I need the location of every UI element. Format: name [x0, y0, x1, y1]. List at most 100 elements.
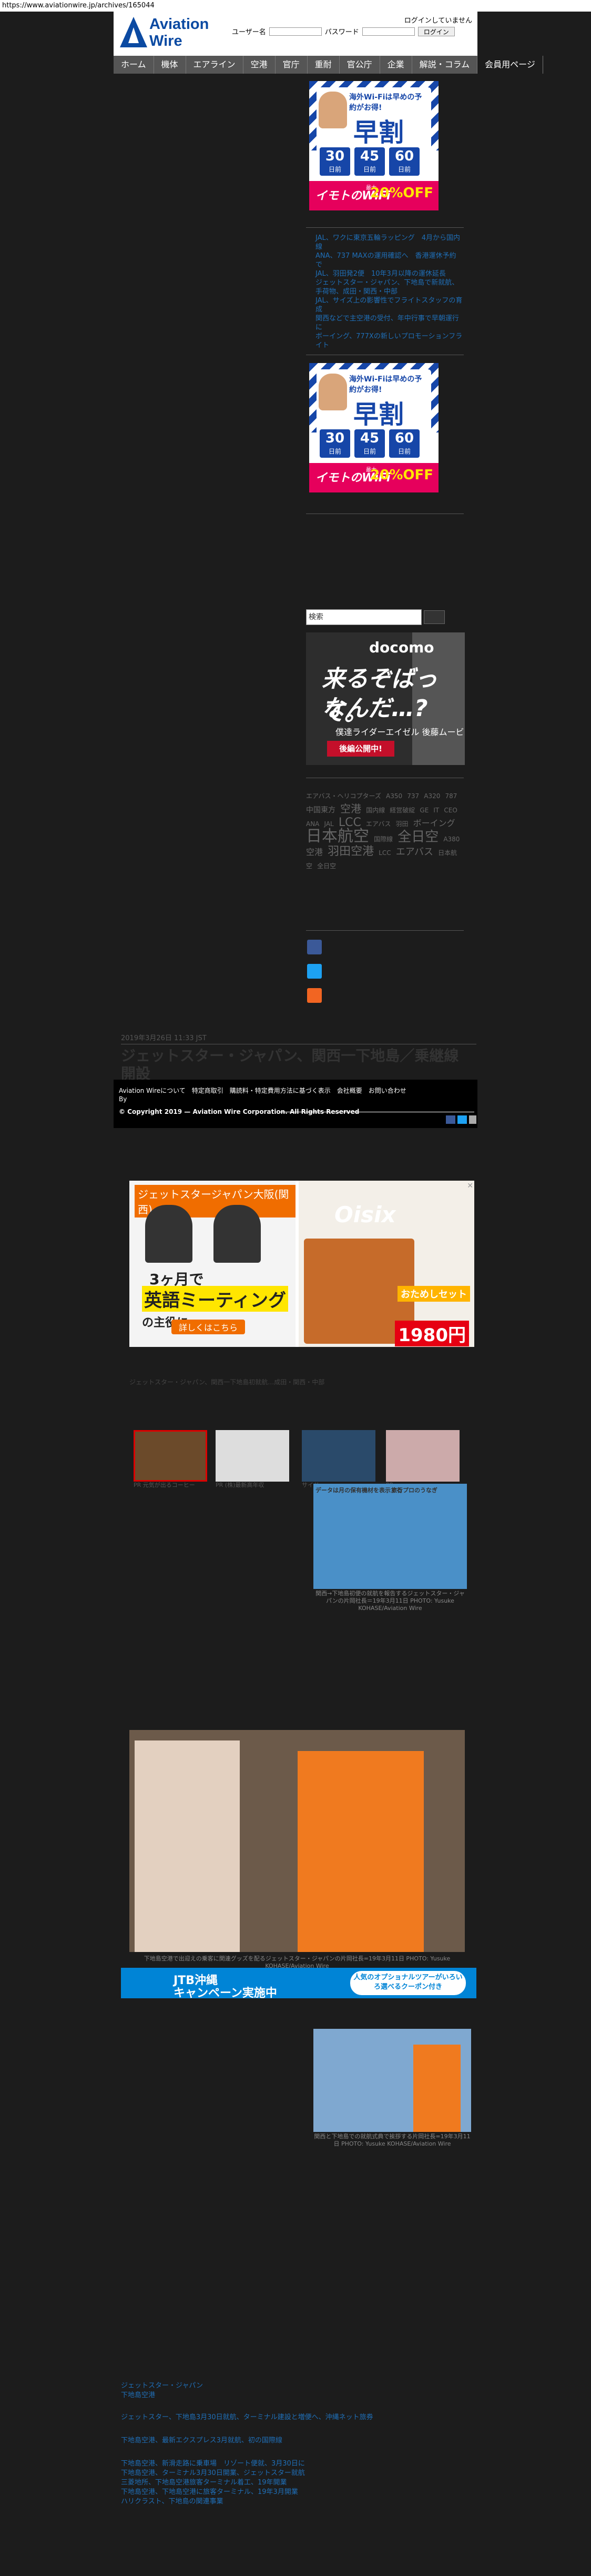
- tag-link[interactable]: 空港: [306, 847, 323, 857]
- rec-card[interactable]: PR 元気が出るコーヒー: [134, 1430, 207, 1489]
- ad-headline: 早割: [353, 400, 404, 429]
- ad-days: 30 日前 45 日前 60 日前: [320, 429, 420, 458]
- sidebar-link[interactable]: JAL、羽田発2便 10年3月以降の運休延長: [315, 269, 463, 278]
- rec-card[interactable]: PR (株)最新高年収: [216, 1430, 289, 1489]
- rec-strip[interactable]: ジェットスター・ジャパン、関西一下地島初就航…成田・関西・中部: [129, 1377, 474, 1398]
- rec-feature-photo[interactable]: [313, 1484, 467, 1589]
- site-logo[interactable]: Aviation Wire: [149, 16, 209, 49]
- ad-person: [319, 374, 347, 410]
- ad-bar: イモトのWiFi 最大 20%OFF: [309, 463, 439, 492]
- twitter-icon[interactable]: [307, 964, 322, 979]
- sidebar-link[interactable]: ボーイング、777Xの新しいプロモーションフライト: [315, 332, 463, 350]
- nav-company[interactable]: 企業: [380, 56, 412, 74]
- address-bar[interactable]: https://www.aviationwire.jp/archives/165…: [0, 0, 591, 12]
- post-title: ジェットスター・ジャパン、関西一下地島／乗継線開設: [121, 1047, 459, 1082]
- nav-home[interactable]: ホーム: [114, 56, 154, 74]
- tag-link[interactable]: 787: [445, 792, 457, 800]
- share-facebook-icon[interactable]: [446, 1115, 455, 1124]
- tag-link[interactable]: エアバス: [396, 847, 433, 858]
- ad-docomo-logo: docomo: [369, 639, 434, 656]
- related-tag[interactable]: 下地島空港: [121, 2391, 468, 2400]
- tag-link[interactable]: GE: [420, 807, 429, 814]
- ad-day-60: 60 日前: [389, 429, 420, 458]
- rss-icon[interactable]: [307, 988, 322, 1003]
- ad-docomo-button[interactable]: 後編公開中!: [327, 741, 394, 757]
- ad-early-booking-1[interactable]: 海外Wi-Fiは早めの予約がお得! 早割 30 日前 45 日前 60 日前 イモトの…: [309, 81, 439, 210]
- tag-link[interactable]: ボーイング: [413, 818, 455, 828]
- related-link[interactable]: 下地島空港、下地島空港に旅客ターミナル、19年3月開業: [121, 2488, 468, 2497]
- sidebar-news-list: JAL、ワクに東京五輪ラッピング 4月から国内線 ANA、737 MAXの運用確…: [315, 234, 463, 350]
- rec-card[interactable]: PR: [386, 1430, 465, 1489]
- search-button[interactable]: [424, 610, 445, 624]
- nav-members[interactable]: 会員用ページ: [477, 56, 543, 74]
- tag-link[interactable]: A350: [386, 792, 402, 800]
- ad-english-detail-button[interactable]: 詳しくはこちら: [171, 1320, 246, 1334]
- share-twitter-icon[interactable]: [457, 1115, 467, 1124]
- tag-link[interactable]: IT: [433, 807, 439, 814]
- nav-defense[interactable]: 重耐: [308, 56, 340, 74]
- tag-link[interactable]: 全日空: [317, 862, 336, 870]
- facebook-icon[interactable]: [307, 940, 322, 954]
- tag-link[interactable]: 全日空: [398, 829, 439, 845]
- tag-link[interactable]: A320: [424, 792, 440, 800]
- tag-link[interactable]: 737: [407, 792, 419, 800]
- rec-card[interactable]: サイド: [302, 1430, 381, 1489]
- search-input[interactable]: 検索: [306, 609, 422, 625]
- ad-english-oisix[interactable]: ジェットスタージャパン大阪(関西) 3ヶ月で 英語ミーティング の主役に。 詳し…: [129, 1181, 474, 1347]
- ad-docomo[interactable]: docomo 来るぞばって。 なんだ…? 僕達ライダーエイゼル 後藤ムービー 後…: [306, 632, 465, 765]
- ad-oisix-logo: Oisix: [334, 1202, 396, 1227]
- main-nav: ホーム 機体 エアライン 空港 官庁 重耐 官公庁 企業 解説・コラム 会員用ペ…: [114, 56, 543, 74]
- tag-link[interactable]: LCC: [379, 849, 391, 857]
- close-icon[interactable]: ✕: [467, 1182, 473, 1190]
- password-input[interactable]: [362, 27, 415, 36]
- footer-by: By: [119, 1095, 127, 1103]
- tag-link[interactable]: 経営破綻: [390, 807, 415, 814]
- related-link[interactable]: ジェットスター、下地島3月30日就航、ターミナル建設と増便へ、沖縄ネット旅券: [121, 2413, 468, 2422]
- related-link[interactable]: 三菱地所、下地島空港旅客ターミナル着工、19年開業: [121, 2478, 468, 2488]
- username-input[interactable]: [269, 27, 322, 36]
- tag-link[interactable]: エアバス: [366, 820, 391, 828]
- tag-link[interactable]: 羽田空港: [328, 845, 374, 858]
- login-button[interactable]: ログイン: [417, 26, 455, 36]
- tag-link[interactable]: 中国東方: [306, 806, 335, 814]
- nav-airline[interactable]: エアライン: [186, 56, 243, 74]
- username-label: ユーザー名: [232, 28, 266, 36]
- sidebar-divider: [306, 227, 464, 228]
- nav-aircraft[interactable]: 機体: [154, 56, 186, 74]
- tag-link[interactable]: A380: [443, 836, 460, 843]
- ad-early-booking-2[interactable]: 海外Wi-Fiは早めの予約がお得! 早割 30 日前 45 日前 60 日前 イモトの…: [309, 363, 439, 492]
- post-date: 2019年3月26日 11:33 JST: [121, 1034, 207, 1042]
- ad-bar: イモトのWiFi 最大 20%OFF: [309, 181, 439, 210]
- sidebar-link[interactable]: JAL、ワクに東京五輪ラッピング 4月から国内線: [315, 234, 463, 251]
- tag-link[interactable]: CEO: [444, 807, 457, 814]
- tag-link[interactable]: ANA: [306, 820, 319, 828]
- related-link[interactable]: 下地島空港、ターミナル3月30日開業、ジェットスター就航: [121, 2469, 468, 2478]
- tag-link[interactable]: 空港: [340, 802, 361, 815]
- sidebar-link[interactable]: ジェットスター・ジャパン、下地島で新就航、手荷物、成田・関西・中部: [315, 278, 463, 296]
- nav-public[interactable]: 官公庁: [340, 56, 380, 74]
- tag-link[interactable]: 国内線: [366, 807, 385, 814]
- nav-airport[interactable]: 空港: [243, 56, 276, 74]
- tag-link[interactable]: 日本航空: [306, 827, 369, 846]
- site-footer: Aviation Wireについて 特定商取引 購読料・特定費用方法に基づく表示…: [114, 1080, 477, 1128]
- nav-gov[interactable]: 官庁: [276, 56, 308, 74]
- sidebar-link[interactable]: ANA、737 MAXの運用確認へ 香港運休予約で: [315, 251, 463, 269]
- rec-thumb: [302, 1430, 375, 1482]
- nav-column[interactable]: 解説・コラム: [412, 56, 478, 74]
- share-print-icon[interactable]: [469, 1115, 476, 1124]
- ad-sub: 海外Wi-Fiは早めの予約がお得!: [349, 93, 422, 112]
- tag-link[interactable]: 羽田: [396, 820, 409, 828]
- ad-jtb-banner[interactable]: JTB沖縄 キャンペーン実施中 人気のオプショナルツアーがいろいろ選べるクーポン…: [121, 1968, 476, 1998]
- logo-icon-inner: [128, 27, 139, 43]
- tag-link[interactable]: 国際線: [374, 836, 393, 843]
- sidebar-link[interactable]: JAL、サイズ上の影響性でフライトスタッフの育成: [315, 296, 463, 314]
- tag-link[interactable]: エアバス・ヘリコプターズ: [306, 792, 381, 800]
- sidebar-link[interactable]: 関西などで主空港の受付、年中行事で早朝運行に: [315, 314, 463, 332]
- footer-links[interactable]: Aviation Wireについて 特定商取引 購読料・特定費用方法に基づく表示…: [119, 1086, 406, 1095]
- related-link[interactable]: 下地島空港、最新エクスプレス3月就航、初の国際線: [121, 2436, 468, 2446]
- related-tag[interactable]: ジェットスター・ジャパン: [121, 2381, 468, 2391]
- tag-link[interactable]: JAL: [324, 820, 334, 828]
- ad-english-meeting: 英語ミーティング: [142, 1286, 288, 1312]
- related-link[interactable]: ハリクラスト、下地島の関連事業: [121, 2497, 468, 2507]
- related-link[interactable]: 下地島空港、新滑走路に乗車場 リゾート便就、3月30日に: [121, 2459, 468, 2469]
